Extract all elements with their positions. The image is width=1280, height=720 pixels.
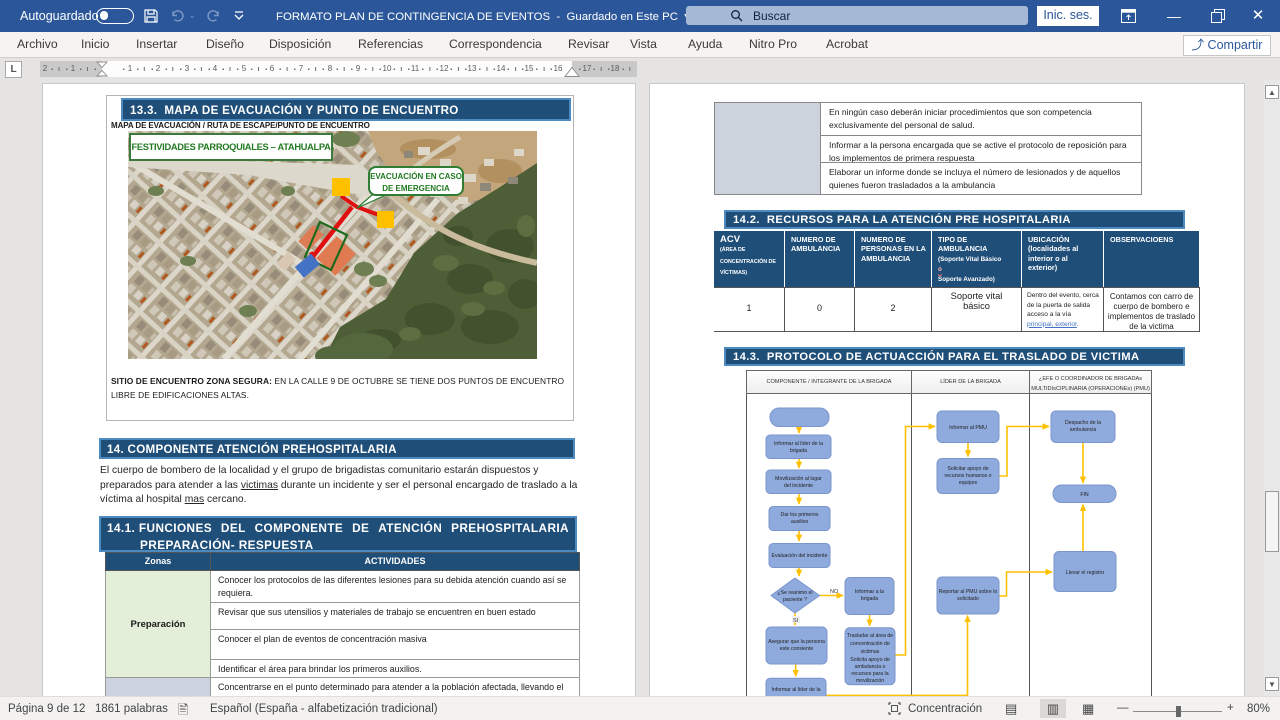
svg-text:concentración de: concentración de bbox=[850, 641, 890, 647]
svg-text:del incidente: del incidente bbox=[784, 483, 813, 489]
svg-text:victimas: victimas bbox=[861, 649, 880, 655]
svg-text:Asegurar que la persona: Asegurar que la persona bbox=[768, 639, 825, 645]
svg-text:este consiente: este consiente bbox=[780, 646, 814, 652]
svg-text:movilización: movilización bbox=[856, 678, 884, 684]
svg-text:FIN: FIN bbox=[1080, 492, 1089, 498]
svg-text:Solicitar apoyo de: Solicitar apoyo de bbox=[947, 466, 988, 472]
svg-text:Dar los primeros: Dar los primeros bbox=[780, 512, 818, 518]
svg-text:ambulancia o: ambulancia o bbox=[855, 664, 886, 670]
svg-text:brigada: brigada bbox=[790, 448, 807, 454]
svg-text:NO: NO bbox=[830, 589, 839, 595]
svg-text:ambulancia: ambulancia bbox=[1070, 427, 1097, 433]
svg-text:equipos: equipos bbox=[959, 480, 978, 486]
svg-text:recursos para la: recursos para la bbox=[851, 671, 888, 677]
svg-text:Movilización al lugar: Movilización al lugar bbox=[775, 476, 822, 482]
svg-text:Llevar el registro: Llevar el registro bbox=[1066, 570, 1104, 576]
svg-text:¿Se reanimo el: ¿Se reanimo el bbox=[777, 590, 812, 596]
svg-text:Reportar al PMU sobre lo: Reportar al PMU sobre lo bbox=[939, 589, 998, 595]
svg-text:Despacho de la: Despacho de la bbox=[1065, 420, 1101, 426]
svg-text:SI: SI bbox=[793, 618, 799, 624]
svg-text:brigada: brigada bbox=[861, 596, 878, 602]
svg-text:Informar al PMU: Informar al PMU bbox=[949, 425, 987, 431]
svg-text:paciente ?: paciente ? bbox=[783, 597, 807, 603]
svg-text:Informar al líder de la: Informar al líder de la bbox=[771, 687, 820, 693]
svg-text:Solicita apoyo de: Solicita apoyo de bbox=[850, 657, 890, 663]
svg-text:auxilios: auxilios bbox=[791, 519, 809, 525]
svg-text:Informar al líder de la: Informar al líder de la bbox=[774, 441, 823, 447]
svg-text:Trasladar al área de: Trasladar al área de bbox=[847, 633, 893, 639]
svg-text:Informar a la: Informar a la bbox=[855, 589, 884, 595]
svg-text:recursos humanos o: recursos humanos o bbox=[945, 473, 992, 479]
svg-text:solicitado: solicitado bbox=[957, 596, 979, 602]
svg-text:Evaluación del incidente: Evaluación del incidente bbox=[772, 553, 828, 559]
